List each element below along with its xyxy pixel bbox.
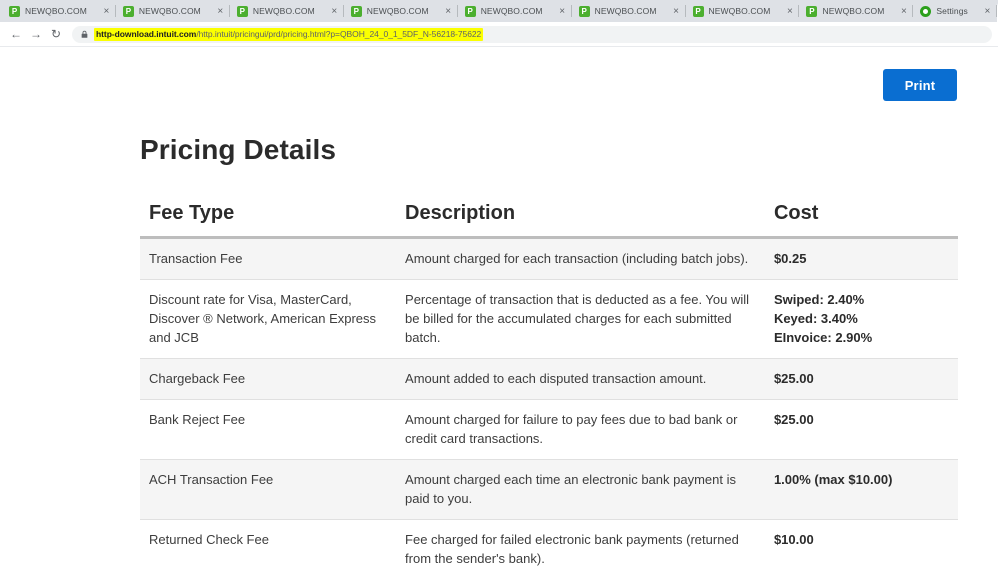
tab-close-icon[interactable]: × <box>898 6 909 17</box>
tab-close-icon[interactable]: × <box>982 6 993 17</box>
cell-description: Amount charged for each transaction (inc… <box>396 238 765 280</box>
browser-toolbar: ← → ↻ http-download.intuit.com/http.intu… <box>0 22 998 47</box>
cost-line: EInvoice: 2.90% <box>774 328 949 347</box>
page-title: Pricing Details <box>140 134 336 166</box>
column-header-cost: Cost <box>765 202 958 238</box>
tab-title: NEWQBO.COM <box>367 6 429 16</box>
column-header-fee-type: Fee Type <box>140 202 396 238</box>
cell-description: Amount charged for failure to pay fees d… <box>396 400 765 460</box>
p-favicon-icon: P <box>237 6 248 17</box>
url-host: http-download.intuit.com <box>96 29 196 39</box>
cell-cost: 1.00% (max $10.00) <box>765 460 958 520</box>
cell-cost: $25.00 <box>765 359 958 400</box>
cell-fee-type: Returned Check Fee <box>140 520 396 569</box>
cell-fee-type: Transaction Fee <box>140 238 396 280</box>
tab-close-icon[interactable]: × <box>215 6 226 17</box>
print-button[interactable]: Print <box>883 69 957 101</box>
cell-description: Fee charged for failed electronic bank p… <box>396 520 765 569</box>
tab-close-icon[interactable]: × <box>101 6 112 17</box>
p-favicon-icon: P <box>693 6 704 17</box>
browser-window: P NEWQBO.COM × P NEWQBO.COM × P NEWQBO.COM × P NEW… <box>0 0 998 569</box>
browser-tab[interactable]: P NEWQBO.COM × <box>458 0 572 22</box>
tab-close-icon[interactable]: × <box>329 6 340 17</box>
cell-description: Amount added to each disputed transactio… <box>396 359 765 400</box>
cost-line: $25.00 <box>774 369 949 388</box>
tab-close-icon[interactable]: × <box>784 6 795 17</box>
pricing-table-container: Fee Type Description Cost Transaction Fe… <box>140 202 958 569</box>
lock-icon <box>80 30 89 39</box>
browser-tab[interactable]: P NEWQBO.COM × <box>799 0 913 22</box>
tab-close-icon[interactable]: × <box>443 6 454 17</box>
tab-close-icon[interactable]: × <box>671 6 682 17</box>
p-favicon-icon: P <box>9 6 20 17</box>
table-row: Chargeback FeeAmount added to each dispu… <box>140 359 958 400</box>
pricing-table: Fee Type Description Cost Transaction Fe… <box>140 202 958 569</box>
browser-tab[interactable]: P NEWQBO.COM × <box>2 0 116 22</box>
p-favicon-icon: P <box>351 6 362 17</box>
cell-description: Amount charged each time an electronic b… <box>396 460 765 520</box>
cell-cost: $25.00 <box>765 400 958 460</box>
url-text: http-download.intuit.com/http.intuit/pri… <box>94 29 483 40</box>
cell-fee-type: ACH Transaction Fee <box>140 460 396 520</box>
tab-title: Settings <box>936 6 968 16</box>
cost-line: Keyed: 3.40% <box>774 309 949 328</box>
cost-line: $10.00 <box>774 530 949 549</box>
browser-tab[interactable]: P NEWQBO.COM × <box>344 0 458 22</box>
table-row: Discount rate for Visa, MasterCard, Disc… <box>140 280 958 359</box>
cost-line: $0.25 <box>774 249 949 268</box>
cost-line: Swiped: 2.40% <box>774 290 949 309</box>
print-button-container: Print <box>883 69 957 101</box>
tab-close-icon[interactable]: × <box>557 6 568 17</box>
tab-title: NEWQBO.COM <box>25 6 87 16</box>
table-row: Bank Reject FeeAmount charged for failur… <box>140 400 958 460</box>
cell-fee-type: Bank Reject Fee <box>140 400 396 460</box>
tab-title: NEWQBO.COM <box>709 6 771 16</box>
table-header: Fee Type Description Cost <box>140 202 958 238</box>
reload-icon[interactable]: ↻ <box>46 24 66 44</box>
cell-fee-type: Discount rate for Visa, MasterCard, Disc… <box>140 280 396 359</box>
cell-description: Percentage of transaction that is deduct… <box>396 280 765 359</box>
table-body: Transaction FeeAmount charged for each t… <box>140 238 958 569</box>
tab-title: NEWQBO.COM <box>139 6 201 16</box>
address-bar[interactable]: http-download.intuit.com/http.intuit/pri… <box>72 26 992 43</box>
p-favicon-icon: P <box>806 6 817 17</box>
cost-line: $25.00 <box>774 410 949 429</box>
tab-strip: P NEWQBO.COM × P NEWQBO.COM × P NEWQBO.COM × P NEW… <box>0 0 998 22</box>
table-row: Transaction FeeAmount charged for each t… <box>140 238 958 280</box>
tab-title: NEWQBO.COM <box>481 6 543 16</box>
url-path: /http.intuit/pricingui/prd/pricing.html?… <box>196 29 481 39</box>
browser-tab[interactable]: P NEWQBO.COM × <box>686 0 800 22</box>
table-row: ACH Transaction FeeAmount charged each t… <box>140 460 958 520</box>
browser-tab[interactable]: P NEWQBO.COM × <box>116 0 230 22</box>
cell-cost: Swiped: 2.40%Keyed: 3.40%EInvoice: 2.90% <box>765 280 958 359</box>
cell-fee-type: Chargeback Fee <box>140 359 396 400</box>
browser-tab[interactable]: Settings × <box>913 0 997 22</box>
browser-tab[interactable]: P NEWQBO.COM × <box>230 0 344 22</box>
cell-cost: $10.00 <box>765 520 958 569</box>
table-header-row: Fee Type Description Cost <box>140 202 958 238</box>
p-favicon-icon: P <box>579 6 590 17</box>
page-viewport: Print Pricing Details Fee Type Descripti… <box>0 47 998 569</box>
column-header-description: Description <box>396 202 765 238</box>
p-favicon-icon: P <box>123 6 134 17</box>
cost-line: 1.00% (max $10.00) <box>774 470 949 489</box>
forward-icon[interactable]: → <box>26 24 46 44</box>
tab-title: NEWQBO.COM <box>595 6 657 16</box>
p-favicon-icon: P <box>465 6 476 17</box>
tab-title: NEWQBO.COM <box>253 6 315 16</box>
tab-title: NEWQBO.COM <box>822 6 884 16</box>
browser-tab[interactable]: P NEWQBO.COM × <box>572 0 686 22</box>
cell-cost: $0.25 <box>765 238 958 280</box>
back-icon[interactable]: ← <box>6 24 26 44</box>
intuit-circle-icon <box>920 6 931 17</box>
table-row: Returned Check FeeFee charged for failed… <box>140 520 958 569</box>
